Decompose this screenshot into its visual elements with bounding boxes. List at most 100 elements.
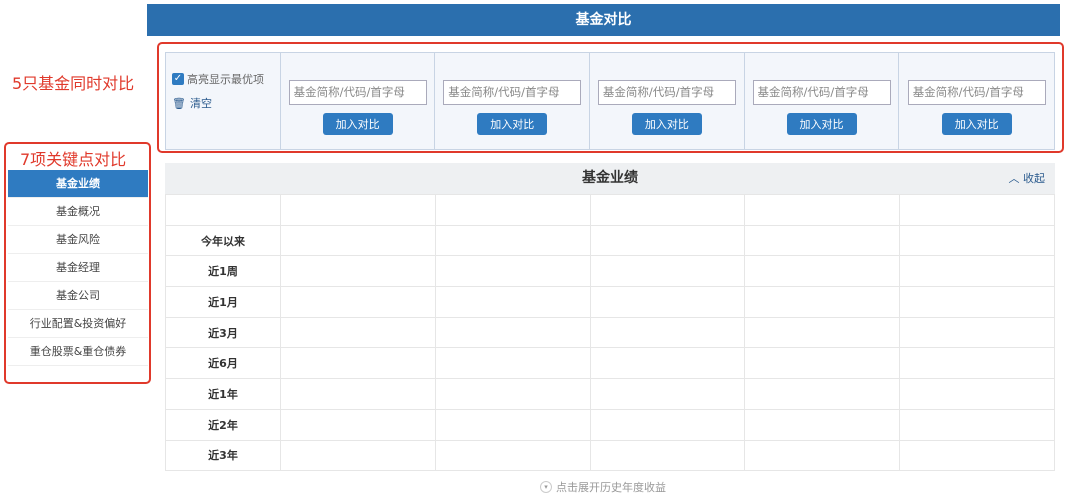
value-cell [899, 439, 1055, 472]
value-cell [589, 378, 746, 410]
sidebar-item[interactable]: 基金经理 [8, 254, 148, 282]
fund-slot: 基金简称/代码/首字母加入对比 [435, 53, 591, 149]
table-row: 近6月 [165, 347, 1055, 380]
value-cell [280, 347, 436, 380]
value-cell [744, 378, 901, 410]
row-label: 近1月 [165, 286, 281, 318]
value-cell [744, 224, 901, 257]
fund-search-input[interactable]: 基金简称/代码/首字母 [752, 80, 891, 105]
table-row: 近3年 [165, 439, 1055, 472]
value-cell [589, 224, 746, 257]
row-label: 近1年 [165, 378, 281, 410]
value-cell [280, 255, 436, 288]
section-title: 基金业绩 [582, 170, 638, 186]
row-label: 近3月 [165, 316, 281, 349]
fund-search-input[interactable]: 基金简称/代码/首字母 [907, 80, 1046, 105]
value-cell [434, 255, 591, 288]
fund-slot: 基金简称/代码/首字母加入对比 [590, 53, 745, 149]
table-row: 近3月 [165, 316, 1055, 349]
value-cell [899, 347, 1055, 380]
collapse-label: 收起 [1023, 172, 1045, 185]
table-row [165, 194, 1055, 226]
add-compare-button[interactable]: 加入对比 [631, 113, 702, 135]
highlight-checkbox[interactable]: ✓ 高亮显示最优项 [172, 71, 280, 87]
section-header: 基金业绩 ︿ 收起 [165, 163, 1055, 194]
value-cell [589, 408, 746, 441]
row-label: 近6月 [165, 347, 281, 380]
fund-search-input[interactable]: 基金简称/代码/首字母 [443, 80, 582, 105]
annotation-funds: 5只基金同时对比 [12, 74, 135, 93]
value-cell [589, 194, 746, 226]
value-cell [744, 286, 901, 318]
row-label: 近2年 [165, 408, 281, 441]
value-cell [899, 316, 1055, 349]
page-title: 基金对比 [147, 4, 1060, 36]
row-label: 近3年 [165, 439, 281, 472]
fund-slot: 基金简称/代码/首字母加入对比 [281, 53, 436, 149]
add-compare-button[interactable]: 加入对比 [322, 113, 393, 135]
add-compare-button[interactable]: 加入对比 [941, 113, 1012, 135]
expand-label: 点击展开历史年度收益 [556, 481, 666, 494]
annotation-points: 7项关键点对比 [20, 150, 127, 169]
performance-table: 今年以来 近1周 近1月 近3月 近6月 近1年 近2年 近3年 [165, 194, 1055, 472]
value-cell [899, 255, 1055, 288]
highlight-label: 高亮显示最优项 [187, 73, 264, 86]
table-row: 近1月 [165, 286, 1055, 318]
value-cell [434, 439, 591, 472]
value-cell [744, 408, 901, 441]
value-cell [744, 194, 901, 226]
add-compare-button[interactable]: 加入对比 [786, 113, 857, 135]
value-cell [280, 224, 436, 257]
sidebar-item[interactable]: 基金风险 [8, 226, 148, 254]
sidebar-item[interactable]: 行业配置&投资偏好 [8, 310, 148, 338]
fund-slot: 基金简称/代码/首字母加入对比 [745, 53, 900, 149]
clear-button[interactable]: 🗑 清空 [172, 95, 280, 111]
fund-search-input[interactable]: 基金简称/代码/首字母 [597, 80, 736, 105]
value-cell [899, 378, 1055, 410]
table-row: 近2年 [165, 408, 1055, 441]
value-cell [899, 224, 1055, 257]
value-cell [434, 408, 591, 441]
value-cell [744, 255, 901, 288]
value-cell [589, 286, 746, 318]
collapse-button[interactable]: ︿ 收起 [1009, 163, 1046, 194]
value-cell [280, 408, 436, 441]
value-cell [899, 408, 1055, 441]
fund-search-placeholder: 基金简称/代码/首字母 [602, 85, 715, 99]
value-cell [434, 194, 591, 226]
fund-search-placeholder: 基金简称/代码/首字母 [293, 85, 405, 99]
sidebar-item[interactable]: 基金概况 [8, 198, 148, 226]
value-cell [280, 316, 436, 349]
sidebar-item[interactable]: 基金公司 [8, 282, 148, 310]
fund-slot: 基金简称/代码/首字母加入对比 [899, 53, 1054, 149]
value-cell [589, 347, 746, 380]
sidebar-item[interactable]: 重仓股票&重仓债券 [8, 338, 148, 366]
clear-label: 清空 [189, 97, 212, 110]
value-cell [589, 439, 746, 472]
value-cell [280, 286, 436, 318]
fund-search-placeholder: 基金简称/代码/首字母 [912, 85, 1024, 99]
value-cell [280, 194, 436, 226]
fund-selector-panel: ✓ 高亮显示最优项 🗑 清空 基金简称/代码/首字母 加入对比 基金简称/代码/首字母加… [165, 52, 1055, 150]
expand-history-button[interactable]: ▾ 点击展开历史年度收益 [540, 479, 666, 495]
fund-search-placeholder: 基金简称/代码/首字母 [757, 85, 869, 99]
chevron-down-icon: ▾ [540, 481, 552, 493]
value-cell [434, 378, 591, 410]
fund-search-placeholder: 基金简称/代码/首字母 [448, 85, 560, 99]
fund-search-input[interactable]: 基金简称/代码/首字母 [288, 80, 427, 105]
value-cell [280, 439, 436, 472]
sidebar-item[interactable]: 基金业绩 [8, 170, 148, 198]
table-row: 近1周 [165, 255, 1055, 288]
row-label: 今年以来 [165, 224, 281, 257]
table-row: 近1年 [165, 378, 1055, 410]
value-cell [434, 224, 591, 257]
row-label: 近1周 [165, 255, 281, 288]
add-compare-button[interactable]: 加入对比 [477, 113, 548, 135]
sidebar: 基金业绩 基金概况 基金风险 基金经理 基金公司 行业配置&投资偏好 重仓股票&重仓债券 [8, 170, 148, 366]
row-label [165, 194, 281, 226]
trash-icon: 🗑 [172, 96, 186, 110]
value-cell [899, 194, 1055, 226]
chevron-up-icon: ︿ [1008, 172, 1020, 185]
table-row: 今年以来 [165, 224, 1055, 257]
value-cell [744, 347, 901, 380]
